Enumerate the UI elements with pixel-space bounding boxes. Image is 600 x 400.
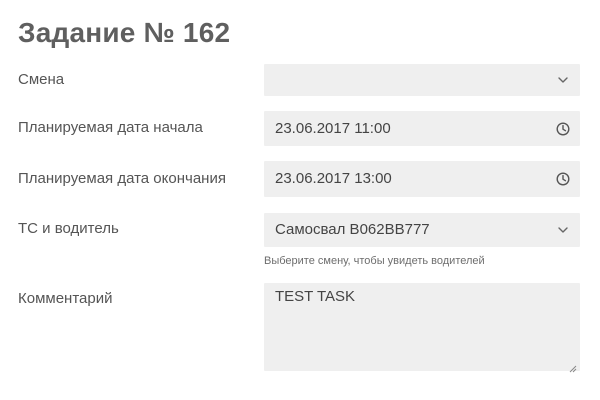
clock-icon (555, 171, 571, 187)
planned-end-value: 23.06.2017 13:00 (275, 170, 392, 187)
shift-label: Смена (18, 71, 65, 88)
vehicle-driver-label: ТС и водитель (18, 220, 119, 237)
vehicle-driver-select[interactable]: Самосвал В062ВВ777 (264, 213, 580, 247)
planned-end-input[interactable]: 23.06.2017 13:00 (264, 161, 580, 197)
planned-end-label: Планируемая дата окончания (18, 170, 226, 187)
shift-select[interactable] (264, 64, 580, 96)
planned-start-value: 23.06.2017 11:00 (275, 120, 391, 137)
planned-start-label: Планируемая дата начала (18, 119, 203, 136)
comment-textarea[interactable]: TEST TASK (264, 283, 580, 373)
chevron-down-icon (555, 222, 571, 238)
page-title: Задание № 162 (18, 17, 231, 48)
task-form-page: Задание № 162 Смена Планируемая дата нач… (0, 0, 600, 400)
vehicle-driver-value: Самосвал В062ВВ777 (275, 221, 430, 238)
chevron-down-icon (555, 72, 571, 88)
comment-value: TEST TASK (275, 288, 356, 305)
planned-start-input[interactable]: 23.06.2017 11:00 (264, 111, 580, 146)
resize-handle-icon[interactable] (569, 360, 577, 373)
vehicle-driver-helper-text: Выберите смену, чтобы увидеть водителей (264, 255, 485, 267)
clock-icon (555, 121, 571, 137)
comment-label: Комментарий (18, 290, 113, 307)
